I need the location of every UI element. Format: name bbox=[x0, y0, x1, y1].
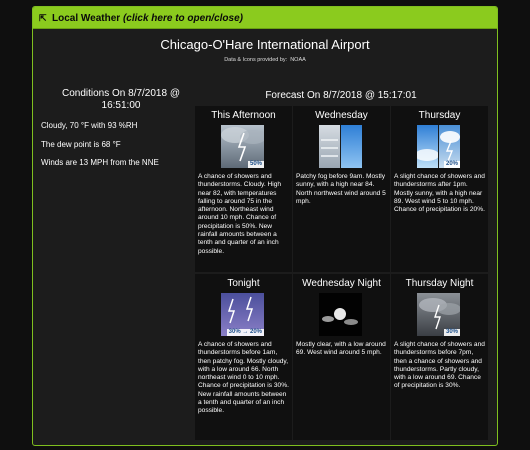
forecast-period: Wednesday Night Mostly clear, with a low… bbox=[293, 274, 390, 440]
period-name: Thursday Night bbox=[405, 278, 474, 289]
period-description: A slight chance of showers and thunderst… bbox=[394, 341, 485, 390]
precip-chance: 50% bbox=[247, 161, 264, 168]
weather-toggle-header[interactable]: ⇱ Local Weather (click here to open/close… bbox=[33, 7, 497, 29]
precip-chance: 20% bbox=[443, 161, 460, 168]
period-description: A chance of showers and thunderstorms. C… bbox=[198, 173, 282, 255]
data-credit: Data & Icons provided by: NOAA bbox=[33, 57, 497, 63]
conditions-title: Conditions On 8/7/2018 @ 16:51:00 bbox=[41, 88, 201, 112]
conditions-wind: Winds are 13 MPH from the NNE bbox=[41, 158, 159, 167]
period-description: A chance of showers and thunderstorms be… bbox=[198, 341, 289, 415]
conditions-dewpoint: The dew point is 68 °F bbox=[41, 140, 121, 149]
forecast-period: Thursday 20% A slight chance of showers bbox=[391, 106, 488, 272]
conditions-title-line2: 16:51:00 bbox=[101, 100, 141, 111]
forecast-period: Thursday Night 30% A slight chance of sh… bbox=[391, 274, 488, 440]
period-name: Tonight bbox=[227, 278, 260, 289]
header-title: Local Weather bbox=[52, 13, 121, 24]
station-name: Chicago-O'Hare International Airport bbox=[160, 37, 370, 52]
period-name: Thursday bbox=[418, 110, 461, 121]
forecast-grid: This Afternoon 50% A chance of showers a… bbox=[195, 106, 488, 440]
forecast-period: Tonight 30% → 20% A chance of showers an… bbox=[195, 274, 292, 440]
period-name: Wednesday Night bbox=[302, 278, 381, 289]
forecast-title: Forecast On 8/7/2018 @ 15:17:01 bbox=[265, 90, 417, 101]
precip-chance: 30% bbox=[443, 329, 460, 336]
conditions-summary: Cloudy, 70 °F with 93 %RH bbox=[41, 121, 138, 130]
thunderstorm-cloudy-icon: 50% bbox=[221, 125, 264, 168]
toggle-hint: (click here to open/close) bbox=[122, 13, 243, 24]
period-description: Patchy fog before 9am. Mostly sunny, wit… bbox=[296, 173, 386, 205]
period-name: Wednesday bbox=[315, 110, 368, 121]
precip-chance: 30% → 20% bbox=[226, 329, 264, 336]
period-name: This Afternoon bbox=[211, 110, 276, 121]
local-weather-widget: ⇱ Local Weather (click here to open/close… bbox=[32, 6, 498, 446]
fog-then-sunny-icon bbox=[319, 125, 362, 168]
night-clear-icon bbox=[319, 293, 362, 336]
forecast-period: Wednesday Patchy fog before 9am. Mostly … bbox=[293, 106, 390, 272]
credit-label: Data & Icons provided by: bbox=[224, 57, 288, 63]
period-description: A slight chance of showers and thunderst… bbox=[394, 173, 485, 214]
expand-arrows-icon: ⇱ bbox=[39, 13, 47, 23]
credit-source: NOAA bbox=[290, 57, 306, 63]
conditions-title-line1: Conditions On 8/7/2018 @ bbox=[61, 88, 180, 99]
night-thunderstorm-cloudy-icon: 30% bbox=[417, 293, 460, 336]
sunny-then-thunderstorm-icon: 20% bbox=[417, 125, 460, 168]
period-description: Mostly clear, with a low around 69. West… bbox=[296, 341, 386, 357]
forecast-period: This Afternoon 50% A chance of showers a… bbox=[195, 106, 292, 272]
night-thunderstorm-icon: 30% → 20% bbox=[221, 293, 264, 336]
